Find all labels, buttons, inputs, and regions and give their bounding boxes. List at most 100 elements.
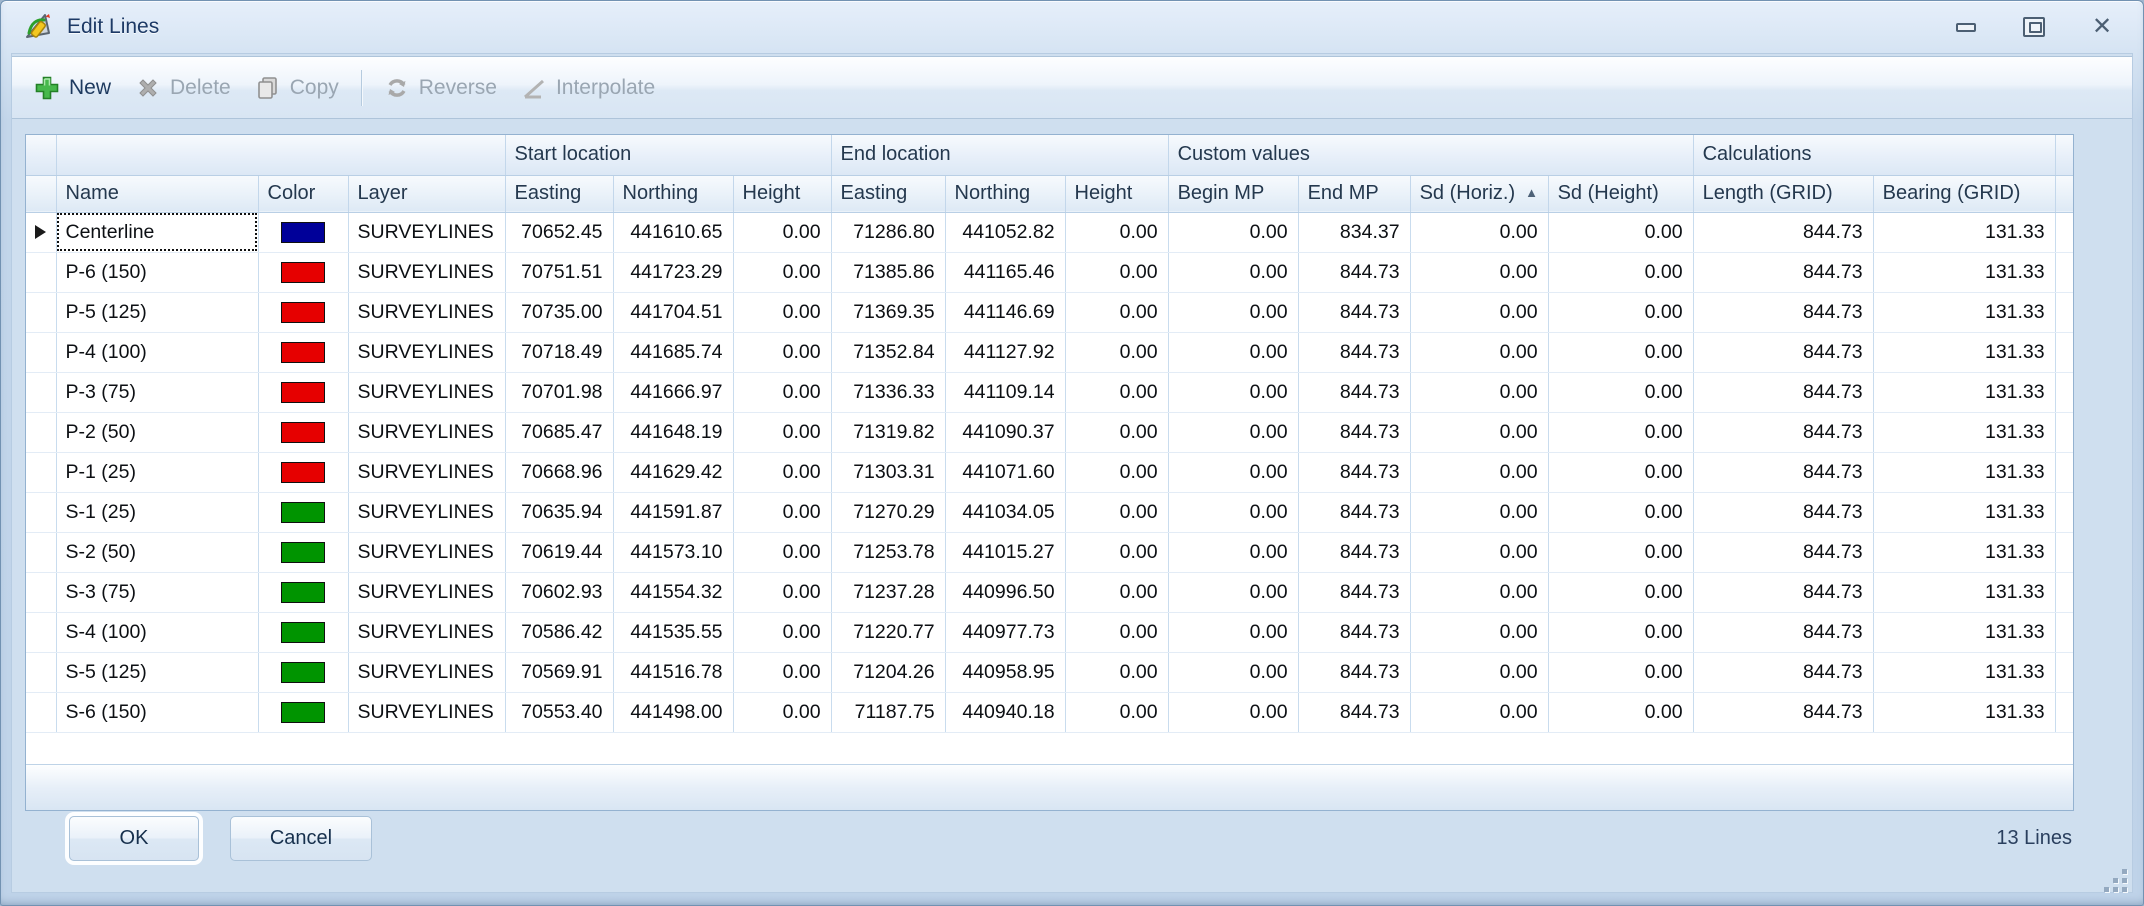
value-cell[interactable]: 0.00 [1548,252,1693,292]
column-header-bearing-grid-[interactable]: Bearing (GRID) [1873,175,2055,212]
row-selector[interactable] [26,252,56,292]
value-cell[interactable]: 844.73 [1693,532,1873,572]
new-button[interactable]: New [22,69,123,107]
name-cell[interactable]: S-6 (150) [56,692,258,732]
row-selector[interactable] [26,492,56,532]
column-header-sd-horiz-[interactable]: Sd (Horiz.)▲ [1410,175,1548,212]
value-cell[interactable]: 70586.42 [505,612,613,652]
value-cell[interactable]: 844.73 [1298,692,1410,732]
value-cell[interactable]: 70569.91 [505,652,613,692]
row-selector[interactable] [26,292,56,332]
value-cell[interactable]: 441629.42 [613,452,733,492]
value-cell[interactable]: 0.00 [1065,652,1168,692]
close-button[interactable]: ✕ [2089,14,2115,40]
value-cell[interactable]: 131.33 [1873,532,2055,572]
value-cell[interactable]: 441704.51 [613,292,733,332]
value-cell[interactable]: 844.73 [1693,212,1873,252]
value-cell[interactable]: 0.00 [1168,252,1298,292]
group-header-custom-values[interactable]: Custom values [1168,135,1693,175]
value-cell[interactable]: 0.00 [1548,452,1693,492]
value-cell[interactable]: 0.00 [1410,652,1548,692]
value-cell[interactable]: 0.00 [733,212,831,252]
value-cell[interactable]: 0.00 [1065,452,1168,492]
layer-cell[interactable]: SURVEYLINES [348,252,505,292]
value-cell[interactable]: 131.33 [1873,652,2055,692]
layer-cell[interactable]: SURVEYLINES [348,692,505,732]
value-cell[interactable]: 844.73 [1298,412,1410,452]
layer-cell[interactable]: SURVEYLINES [348,332,505,372]
maximize-button[interactable] [2021,14,2047,40]
value-cell[interactable]: 441573.10 [613,532,733,572]
value-cell[interactable]: 0.00 [1410,252,1548,292]
column-header-end-mp[interactable]: End MP [1298,175,1410,212]
value-cell[interactable]: 0.00 [1065,612,1168,652]
layer-cell[interactable]: SURVEYLINES [348,292,505,332]
value-cell[interactable]: 0.00 [1548,412,1693,452]
value-cell[interactable]: 441648.19 [613,412,733,452]
row-selector[interactable] [26,452,56,492]
value-cell[interactable]: 441127.92 [945,332,1065,372]
value-cell[interactable]: 834.37 [1298,212,1410,252]
value-cell[interactable]: 844.73 [1298,252,1410,292]
value-cell[interactable]: 0.00 [1548,372,1693,412]
row-selector[interactable] [26,412,56,452]
color-cell[interactable] [258,292,348,332]
value-cell[interactable]: 131.33 [1873,332,2055,372]
value-cell[interactable]: 844.73 [1298,532,1410,572]
value-cell[interactable]: 441071.60 [945,452,1065,492]
value-cell[interactable]: 71385.86 [831,252,945,292]
value-cell[interactable]: 844.73 [1298,652,1410,692]
value-cell[interactable]: 0.00 [1168,612,1298,652]
column-header-height[interactable]: Height [1065,175,1168,212]
value-cell[interactable]: 844.73 [1693,412,1873,452]
color-cell[interactable] [258,572,348,612]
value-cell[interactable]: 844.73 [1298,572,1410,612]
value-cell[interactable]: 70619.44 [505,532,613,572]
value-cell[interactable]: 0.00 [1548,612,1693,652]
value-cell[interactable]: 71336.33 [831,372,945,412]
name-cell[interactable]: S-5 (125) [56,652,258,692]
name-cell[interactable]: Centerline [56,212,258,252]
value-cell[interactable]: 0.00 [733,692,831,732]
value-cell[interactable]: 441591.87 [613,492,733,532]
value-cell[interactable]: 0.00 [1410,332,1548,372]
row-selector[interactable] [26,372,56,412]
value-cell[interactable]: 844.73 [1298,452,1410,492]
column-header-northing[interactable]: Northing [945,175,1065,212]
value-cell[interactable]: 844.73 [1693,572,1873,612]
row-selector[interactable] [26,692,56,732]
value-cell[interactable]: 440958.95 [945,652,1065,692]
value-cell[interactable]: 440940.18 [945,692,1065,732]
name-cell[interactable]: P-1 (25) [56,452,258,492]
value-cell[interactable]: 844.73 [1693,492,1873,532]
value-cell[interactable]: 70718.49 [505,332,613,372]
value-cell[interactable]: 844.73 [1693,612,1873,652]
value-cell[interactable]: 0.00 [1548,652,1693,692]
value-cell[interactable]: 844.73 [1693,252,1873,292]
value-cell[interactable]: 0.00 [1410,612,1548,652]
value-cell[interactable]: 0.00 [1410,412,1548,452]
value-cell[interactable]: 844.73 [1298,492,1410,532]
value-cell[interactable]: 131.33 [1873,292,2055,332]
value-cell[interactable]: 844.73 [1298,292,1410,332]
value-cell[interactable]: 71286.80 [831,212,945,252]
color-cell[interactable] [258,252,348,292]
value-cell[interactable]: 0.00 [1065,332,1168,372]
name-cell[interactable]: P-2 (50) [56,412,258,452]
value-cell[interactable]: 0.00 [733,452,831,492]
value-cell[interactable]: 0.00 [733,572,831,612]
row-selector[interactable] [26,652,56,692]
value-cell[interactable]: 131.33 [1873,692,2055,732]
column-header-sd-height-[interactable]: Sd (Height) [1548,175,1693,212]
value-cell[interactable]: 441165.46 [945,252,1065,292]
name-cell[interactable]: S-1 (25) [56,492,258,532]
value-cell[interactable]: 71253.78 [831,532,945,572]
layer-cell[interactable]: SURVEYLINES [348,652,505,692]
value-cell[interactable]: 441723.29 [613,252,733,292]
value-cell[interactable]: 441015.27 [945,532,1065,572]
layer-cell[interactable]: SURVEYLINES [348,612,505,652]
value-cell[interactable]: 0.00 [733,332,831,372]
value-cell[interactable]: 0.00 [733,612,831,652]
column-header-layer[interactable]: Layer [348,175,505,212]
value-cell[interactable]: 441516.78 [613,652,733,692]
